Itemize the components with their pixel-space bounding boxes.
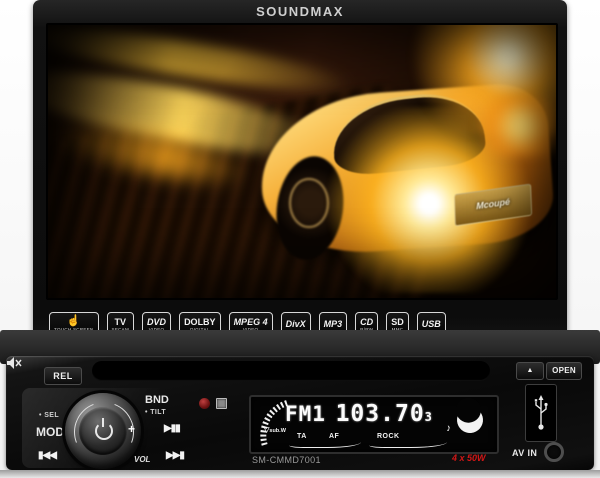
vignette <box>48 25 556 298</box>
sel-label: • SEL <box>39 412 59 419</box>
brand-logo: SOUNDMAX <box>33 2 567 22</box>
model-number: SM-CMMD7001 <box>252 455 321 465</box>
ground-shadow <box>0 470 600 478</box>
eject-button[interactable]: ▲ <box>516 362 544 380</box>
mute-icon[interactable] <box>6 356 22 370</box>
volume-label: VOL <box>134 455 150 464</box>
av-in-jack[interactable] <box>544 442 564 462</box>
av-in-label: AV IN <box>512 448 537 458</box>
play-pause-button[interactable]: ▶▮▮ <box>164 423 180 434</box>
next-track-button[interactable]: ▶▶▮ <box>166 450 184 461</box>
subwoofer-indicator: ▽sub.W <box>264 426 286 434</box>
underline-swoosh <box>369 442 447 448</box>
frequency-value: 103.70 <box>336 401 425 427</box>
usb-port[interactable] <box>525 384 557 442</box>
band-value: FM1 <box>285 402 326 426</box>
band-button[interactable]: BND <box>145 394 169 406</box>
ir-sensor <box>216 398 227 409</box>
hand-touch-icon: ☝ <box>67 316 81 327</box>
genre-indicator: ROCK <box>377 433 400 440</box>
preset-number: 3 <box>425 410 432 424</box>
af-indicator: AF <box>329 433 339 440</box>
underline-swoosh <box>289 442 361 448</box>
car-stereo-device: SOUNDMAX Mcoupé ☝ TOUCH SCREEN TV <box>0 0 600 478</box>
tilt-label: • TILT <box>145 409 166 416</box>
flip-up-monitor: SOUNDMAX Mcoupé ☝ TOUCH SCREEN TV <box>33 0 567 352</box>
release-button[interactable]: REL <box>44 367 82 385</box>
power-rating: 4 x 50W <box>452 453 486 463</box>
ta-indicator: TA <box>297 433 307 440</box>
power-led <box>199 398 210 409</box>
night-mode-moon-icon <box>452 402 489 439</box>
frequency-readout: FM1 103.703 <box>285 401 465 427</box>
previous-track-button[interactable]: ▮◀◀ <box>38 450 56 461</box>
usb-icon <box>534 395 548 431</box>
power-icon <box>95 422 113 440</box>
open-button[interactable]: OPEN <box>546 362 582 380</box>
mode-button[interactable]: MOD <box>36 425 64 439</box>
touch-screen[interactable]: Mcoupé <box>46 23 558 300</box>
main-unit-faceplate: REL ▲ OPEN • SEL BND • TILT MOD + VOL ▶▮… <box>6 356 594 470</box>
volume-plus-label: + <box>128 422 135 436</box>
disc-slot[interactable] <box>92 361 490 381</box>
lcd-display: ▽sub.W FM1 103.703 TA AF ROCK ♪ <box>249 395 499 454</box>
